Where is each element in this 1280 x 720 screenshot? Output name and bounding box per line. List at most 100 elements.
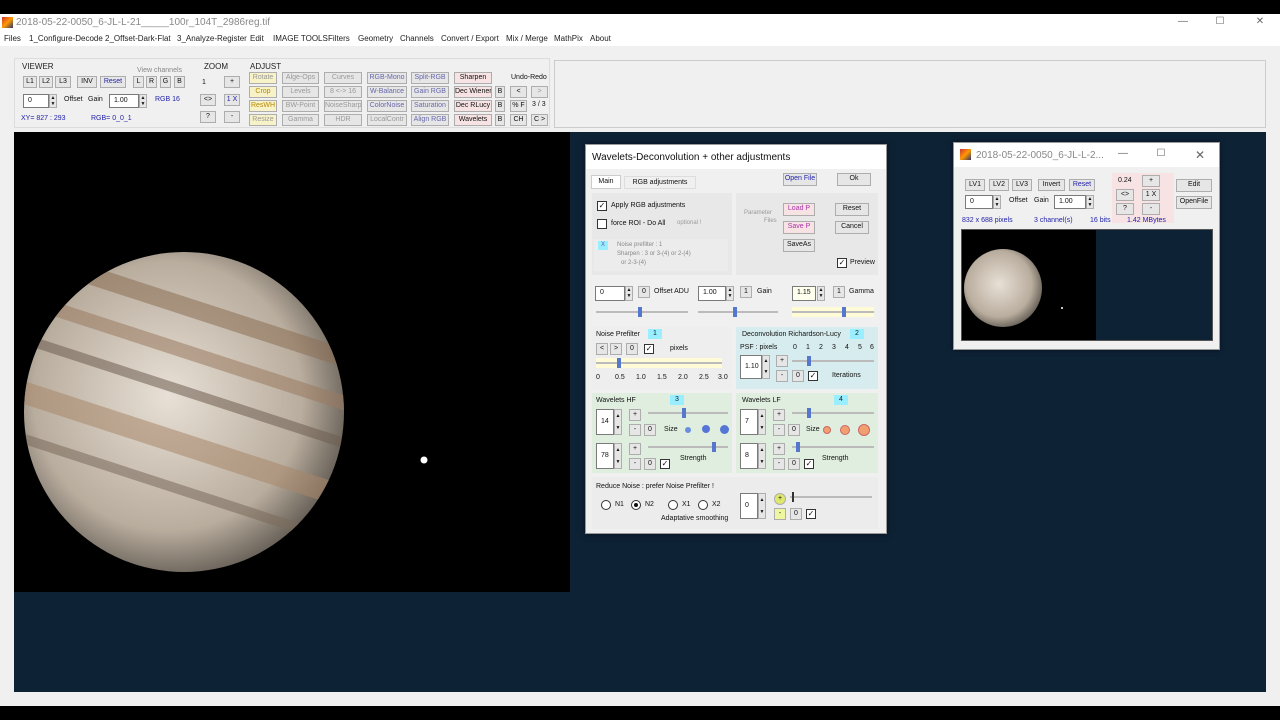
l2-button[interactable]: L2	[39, 76, 53, 88]
dec-rlucy-b-button[interactable]: B	[495, 100, 505, 112]
bw-point-button[interactable]: BW-Point	[282, 100, 319, 112]
lf-enable-checkbox[interactable]: ✓	[804, 459, 814, 469]
tab-main[interactable]: Main	[591, 175, 621, 189]
gain-spinner[interactable]: ▲ ▼	[139, 94, 147, 108]
minimize-button[interactable]: —	[1176, 16, 1190, 27]
dec-rlucy-button[interactable]: Dec RLucy	[454, 100, 492, 112]
smoothing-minus-button[interactable]: -	[774, 508, 786, 520]
hf-strength-zero-button[interactable]: 0	[644, 458, 656, 470]
noise-prev-button[interactable]: <	[596, 343, 608, 355]
sharpen-button[interactable]: Sharpen	[454, 72, 492, 84]
psf-spinner[interactable]: ▲ ▼	[762, 355, 770, 379]
preview-close-button[interactable]: ✕	[1193, 148, 1207, 162]
close-button[interactable]: ✕	[1253, 16, 1267, 27]
dialog-gain-spinner[interactable]: ▲ ▼	[726, 286, 734, 301]
noise-prefilter-slider[interactable]	[596, 358, 722, 368]
preview-invert-button[interactable]: Invert	[1038, 179, 1065, 191]
hf-strength-plus-button[interactable]: +	[629, 443, 641, 455]
gain-slider[interactable]	[698, 307, 778, 317]
tab-rgb-adjustments[interactable]: RGB adjustments	[624, 176, 696, 189]
lf-size-zero-button[interactable]: 0	[788, 424, 800, 436]
zoom-out-button[interactable]: -	[224, 111, 240, 123]
dialog-cancel-button[interactable]: Cancel	[835, 221, 869, 234]
hdr-button[interactable]: HDR	[324, 114, 362, 126]
split-rgb-button[interactable]: Split-RGB	[411, 72, 449, 84]
preview-help-button[interactable]: ?	[1116, 203, 1134, 215]
hf-size-spinner[interactable]: ▲ ▼	[614, 409, 622, 435]
preview-zoom-in-button[interactable]: +	[1142, 175, 1160, 187]
hf-strength-minus-button[interactable]: -	[629, 458, 641, 470]
offset-spinner[interactable]: ▲ ▼	[49, 94, 57, 108]
deconvolution-enable-checkbox[interactable]: ✓	[808, 371, 818, 381]
lv2-button[interactable]: LV2	[989, 179, 1009, 191]
hf-strength-input[interactable]: 78	[596, 443, 614, 469]
hf-size-plus-button[interactable]: +	[629, 409, 641, 421]
smoothing-slider[interactable]	[790, 492, 872, 502]
undo-button[interactable]: <	[510, 86, 527, 98]
lf-size-slider[interactable]	[792, 408, 874, 418]
gamma-one-button[interactable]: 1	[833, 286, 845, 298]
preview-offset-input[interactable]: 0	[965, 195, 993, 209]
menu-channels[interactable]: Channels	[400, 34, 434, 43]
hf-size-input[interactable]: 14	[596, 409, 614, 435]
gamma-button[interactable]: Gamma	[282, 114, 319, 126]
menu-mix-merge[interactable]: Mix / Merge	[506, 34, 548, 43]
preview-swap-button[interactable]: <>	[1116, 189, 1134, 201]
offset-input[interactable]: 0	[23, 94, 49, 108]
menu-configure-decode[interactable]: 1_Configure-Decode	[29, 34, 103, 43]
channel-g-button[interactable]: G	[160, 76, 171, 88]
menu-mathpix[interactable]: MathPix	[554, 34, 583, 43]
channel-r-button[interactable]: R	[146, 76, 157, 88]
menu-files[interactable]: Files	[4, 34, 21, 43]
offset-zero-button[interactable]: 0	[638, 286, 650, 298]
menu-geometry[interactable]: Geometry	[358, 34, 393, 43]
lf-strength-spinner[interactable]: ▲ ▼	[758, 443, 766, 469]
preview-openfile-button[interactable]: OpenFile	[1176, 196, 1212, 209]
lf-size-spinner[interactable]: ▲ ▼	[758, 409, 766, 435]
lf-size-input[interactable]: 7	[740, 409, 758, 435]
percent-f-button[interactable]: % F	[510, 100, 527, 112]
zoom-in-button[interactable]: +	[224, 76, 240, 88]
bit-depth-button[interactable]: 8 <-> 16	[324, 86, 362, 98]
menu-filters[interactable]: Filters	[328, 34, 350, 43]
gamma-input[interactable]: 1.15	[792, 286, 816, 301]
preview-thumbnail[interactable]	[961, 229, 1213, 341]
gamma-slider[interactable]	[792, 307, 874, 317]
gamma-spinner[interactable]: ▲ ▼	[817, 286, 825, 301]
smoothing-spinner[interactable]: ▲ ▼	[758, 493, 766, 519]
l1-button[interactable]: L1	[23, 76, 37, 88]
preview-edit-button[interactable]: Edit	[1176, 179, 1212, 192]
curves-button[interactable]: Curves	[324, 72, 362, 84]
main-image-canvas[interactable]	[14, 132, 570, 592]
radio-x1[interactable]	[668, 500, 678, 510]
menu-edit[interactable]: Edit	[250, 34, 264, 43]
preview-checkbox[interactable]: ✓	[837, 258, 847, 268]
force-roi-checkbox[interactable]	[597, 219, 607, 229]
offset-adu-spinner[interactable]: ▲ ▼	[625, 286, 633, 301]
apply-rgb-checkbox[interactable]: ✓	[597, 201, 607, 211]
preview-maximize-button[interactable]: ☐	[1154, 148, 1168, 159]
preview-1x-button[interactable]: 1 X	[1142, 189, 1160, 201]
lv1-button[interactable]: LV1	[965, 179, 985, 191]
channel-b-button[interactable]: B	[174, 76, 185, 88]
hf-strength-slider[interactable]	[648, 442, 728, 452]
maximize-button[interactable]: ☐	[1213, 16, 1227, 27]
dialog-reset-button[interactable]: Reset	[835, 203, 869, 216]
menu-analyze-register[interactable]: 3_Analyze-Register	[177, 34, 247, 43]
lf-strength-zero-button[interactable]: 0	[788, 458, 800, 470]
radio-n2[interactable]	[631, 500, 641, 510]
preview-zoom-out-button[interactable]: -	[1142, 203, 1160, 215]
dialog-gain-input[interactable]: 1.00	[698, 286, 726, 301]
ch-button[interactable]: CH	[510, 114, 527, 126]
invert-button[interactable]: INV	[77, 76, 97, 88]
radio-x2[interactable]	[698, 500, 708, 510]
load-p-button[interactable]: Load P	[783, 203, 815, 216]
iterations-zero-button[interactable]: 0	[792, 370, 804, 382]
saturation-button[interactable]: Saturation	[411, 100, 449, 112]
channel-l-button[interactable]: L	[133, 76, 144, 88]
psf-plus-button[interactable]: +	[776, 355, 788, 367]
zoom-help-button[interactable]: ?	[200, 111, 216, 123]
offset-adu-input[interactable]: 0	[595, 286, 625, 301]
reswh-button[interactable]: ResWH	[249, 100, 277, 112]
smoothing-input[interactable]: 0	[740, 493, 758, 519]
